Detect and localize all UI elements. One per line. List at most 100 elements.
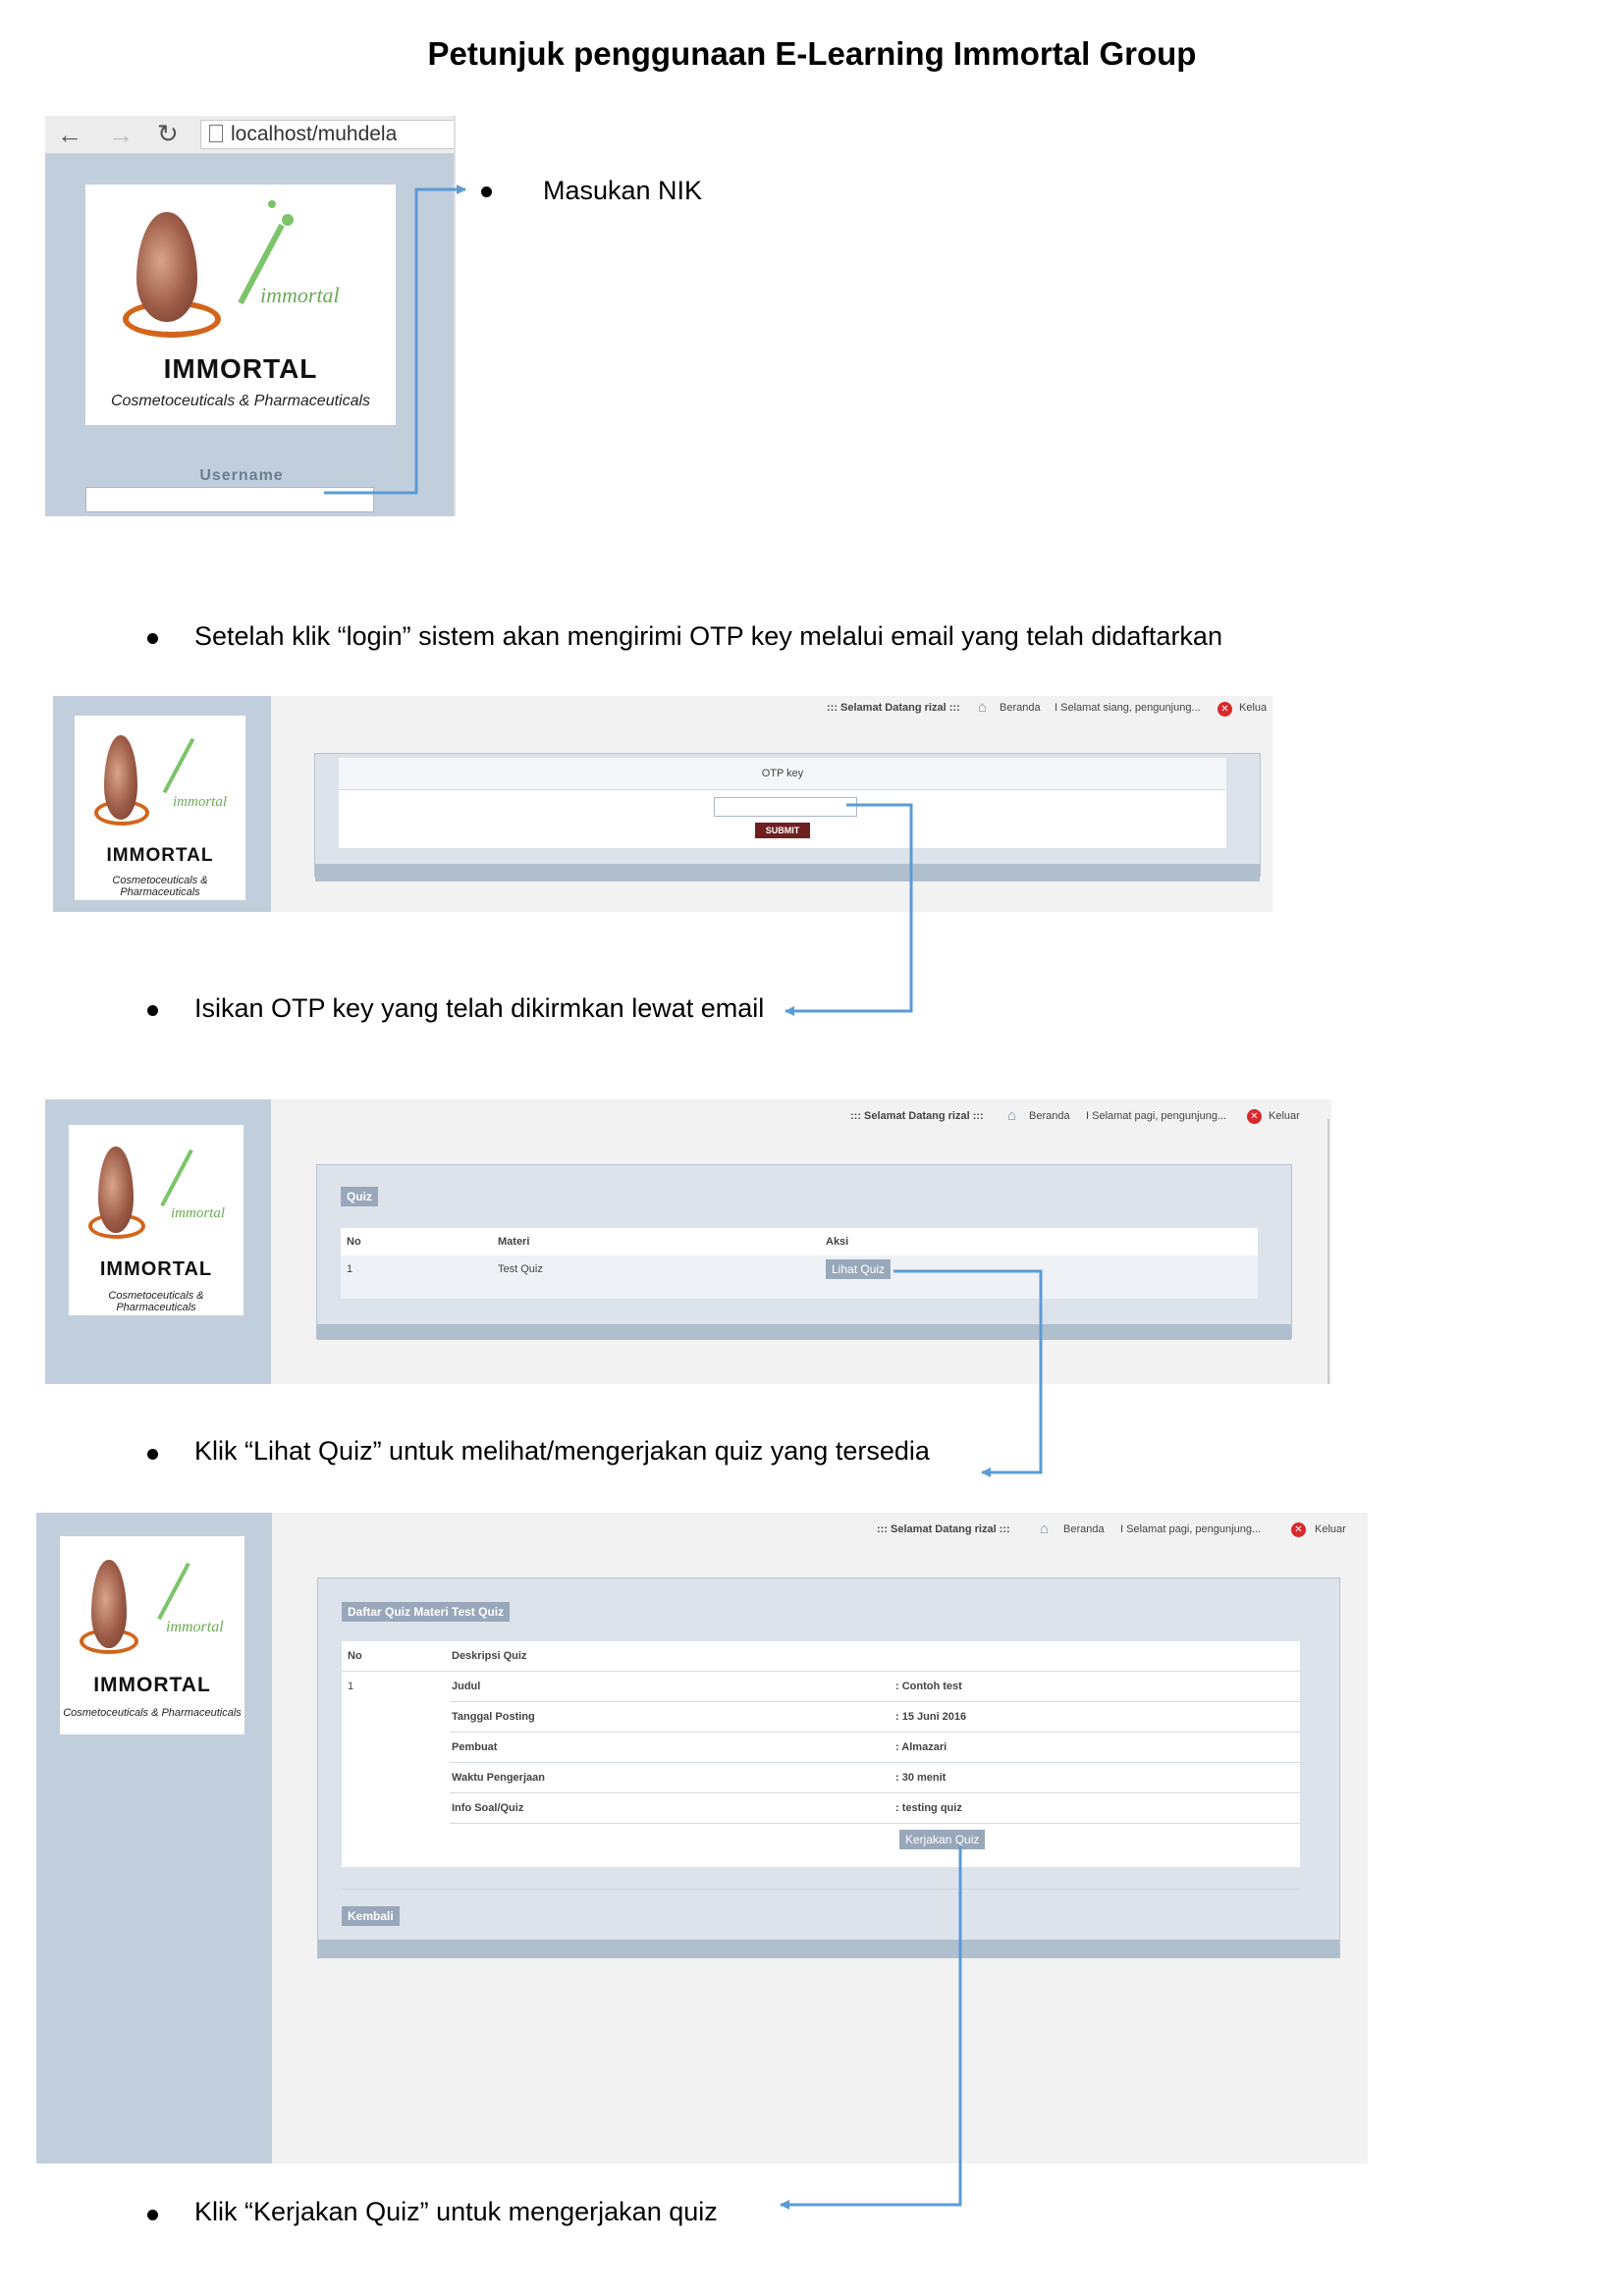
detail-label: Info Soal/Quiz	[452, 1802, 524, 1814]
detail-row: Judul : Contoh test	[450, 1671, 1300, 1702]
quiz-detail-title: Daftar Quiz Materi Test Quiz	[342, 1602, 511, 1622]
logout-icon[interactable]: ✕	[1218, 702, 1232, 717]
detail-value: : testing quiz	[895, 1802, 962, 1814]
logo: immortal IMMORTAL Cosmetoceuticals & Pha…	[75, 716, 245, 900]
detail-label: Tanggal Posting	[452, 1711, 535, 1723]
step3-instruction: Isikan OTP key yang telah dikirmkan lewa…	[194, 993, 765, 1023]
forward-icon[interactable]: →	[108, 120, 134, 150]
url-text: localhost/muhdela	[231, 123, 398, 145]
logo-script: immortal	[166, 1619, 224, 1635]
col-no: No	[348, 1650, 362, 1662]
quiz-detail-table: No Deskripsi Quiz 1 Judul : Contoh test …	[342, 1641, 1300, 1867]
home-link[interactable]: Beranda	[1000, 702, 1041, 714]
logo-script: immortal	[260, 283, 340, 307]
logo-script: immortal	[171, 1205, 226, 1221]
home-icon[interactable]: ⌂	[978, 699, 987, 716]
logo: immortal IMMORTAL Cosmetoceuticals & Pha…	[85, 185, 396, 425]
kembali-button[interactable]: Kembali	[342, 1906, 400, 1926]
quiz-panel: Quiz No Materi Aksi 1 Test Quiz Lihat Qu…	[316, 1164, 1292, 1340]
browser-toolbar: ← → ↻ localhost/muhdela	[45, 116, 456, 154]
step1-instruction: Masukan NIK	[543, 176, 703, 205]
home-icon[interactable]: ⌂	[1007, 1107, 1016, 1124]
detail-value: : Contoh test	[895, 1681, 962, 1692]
table-row: 1 Test Quiz Lihat Quiz	[341, 1255, 1258, 1299]
reload-icon[interactable]: ↻	[157, 119, 179, 149]
logo-leaf-icon	[160, 1148, 193, 1207]
greeting-text: I Selamat siang, pengunjung...	[1055, 702, 1201, 714]
otp-screenshot: immortal IMMORTAL Cosmetoceuticals & Pha…	[53, 696, 1272, 912]
col-no: No	[347, 1236, 361, 1248]
welcome-text: ::: Selamat Datang rizal :::	[877, 1523, 1010, 1535]
bullet-icon	[147, 1005, 158, 1016]
logout-link[interactable]: Keluar	[1315, 1523, 1346, 1535]
username-input[interactable]	[85, 487, 374, 512]
bullet-icon	[147, 1449, 158, 1460]
bullet-icon	[147, 633, 158, 644]
logo-dot-icon	[282, 214, 294, 226]
kerjakan-quiz-button[interactable]: Kerjakan Quiz	[899, 1830, 986, 1849]
greeting-text: I Selamat pagi, pengunjung...	[1120, 1523, 1262, 1535]
otp-label: OTP key	[761, 768, 804, 779]
logo-brand: IMMORTAL	[93, 1674, 211, 1696]
detail-label: Pembuat	[452, 1741, 498, 1753]
submit-button[interactable]: SUBMIT	[755, 823, 810, 838]
detail-value: : 30 menit	[895, 1772, 947, 1784]
logo-leaf-icon	[162, 737, 195, 794]
divider	[342, 1889, 1300, 1890]
quiz-detail-screenshot: immortal IMMORTAL Cosmetoceuticals & Pha…	[36, 1513, 1368, 2163]
panel-footer	[317, 1324, 1291, 1340]
logo: immortal IMMORTAL Cosmetoceuticals & Pha…	[69, 1125, 244, 1315]
col-desc: Deskripsi Quiz	[452, 1650, 527, 1662]
welcome-text: ::: Selamat Datang rizal :::	[850, 1110, 984, 1122]
detail-value: : 15 Juni 2016	[895, 1711, 967, 1723]
otp-panel: OTP key SUBMIT	[314, 753, 1261, 881]
logo-leaf-icon	[157, 1562, 190, 1621]
back-icon[interactable]: ←	[57, 120, 82, 150]
logo-brand: IMMORTAL	[163, 353, 318, 384]
greeting-text: I Selamat pagi, pengunjung...	[1086, 1110, 1227, 1122]
detail-label: Waktu Pengerjaan	[452, 1772, 545, 1784]
login-screenshot: ← → ↻ localhost/muhdela immortal IMMORTA…	[45, 116, 456, 516]
logo-subtitle: Cosmetoceuticals & Pharmaceuticals	[63, 1707, 242, 1719]
page-title: Petunjuk penggunaan E-Learning Immortal …	[427, 35, 1197, 72]
otp-input[interactable]	[714, 797, 857, 817]
logo-drop	[91, 1560, 127, 1648]
bullet-icon	[481, 187, 492, 197]
table-header: No Deskripsi Quiz	[342, 1641, 1300, 1672]
detail-row: Info Soal/Quiz : testing quiz	[450, 1792, 1300, 1824]
panel-footer	[315, 864, 1260, 881]
home-icon[interactable]: ⌂	[1040, 1521, 1049, 1537]
step5-instruction: Klik “Kerjakan Quiz” untuk mengerjakan q…	[194, 2197, 718, 2226]
otp-table: OTP key SUBMIT	[339, 758, 1226, 848]
bullet-icon	[147, 2210, 158, 2220]
home-link[interactable]: Beranda	[1029, 1110, 1070, 1122]
logout-icon[interactable]: ✕	[1291, 1522, 1306, 1537]
logout-icon[interactable]: ✕	[1247, 1109, 1262, 1124]
row-no: 1	[347, 1263, 353, 1275]
logout-link[interactable]: Keluar	[1269, 1110, 1300, 1122]
screenshot-border	[454, 116, 456, 516]
logo-subtitle: Cosmetoceuticals & Pharmaceuticals	[112, 875, 208, 898]
step2-instruction: Setelah klik “login” sistem akan mengiri…	[194, 621, 1222, 651]
address-bar[interactable]: localhost/muhdela	[200, 120, 456, 149]
col-aksi: Aksi	[826, 1236, 849, 1248]
logo: immortal IMMORTAL Cosmetoceuticals & Pha…	[60, 1536, 244, 1735]
table-header: No Materi Aksi	[341, 1228, 1258, 1256]
home-link[interactable]: Beranda	[1063, 1523, 1105, 1535]
detail-label: Judul	[452, 1681, 481, 1692]
welcome-text: ::: Selamat Datang rizal :::	[827, 702, 960, 714]
logo-brand: IMMORTAL	[99, 1258, 213, 1280]
username-label: Username	[199, 467, 284, 484]
col-materi: Materi	[498, 1236, 530, 1248]
lihat-quiz-button[interactable]: Lihat Quiz	[826, 1259, 892, 1279]
logo-drop	[104, 735, 137, 820]
logo-drop	[98, 1147, 134, 1233]
logo-dot-icon	[268, 200, 276, 208]
row-no: 1	[348, 1681, 354, 1692]
detail-row: Waktu Pengerjaan : 30 menit	[450, 1762, 1300, 1793]
quiz-table: No Materi Aksi 1 Test Quiz Lihat Quiz	[341, 1228, 1258, 1299]
logout-link[interactable]: Kelua	[1239, 702, 1267, 714]
quiz-list-screenshot: immortal IMMORTAL Cosmetoceuticals & Pha…	[45, 1099, 1331, 1384]
logo-drop	[136, 212, 197, 322]
detail-row: Tanggal Posting : 15 Juni 2016	[450, 1701, 1300, 1733]
